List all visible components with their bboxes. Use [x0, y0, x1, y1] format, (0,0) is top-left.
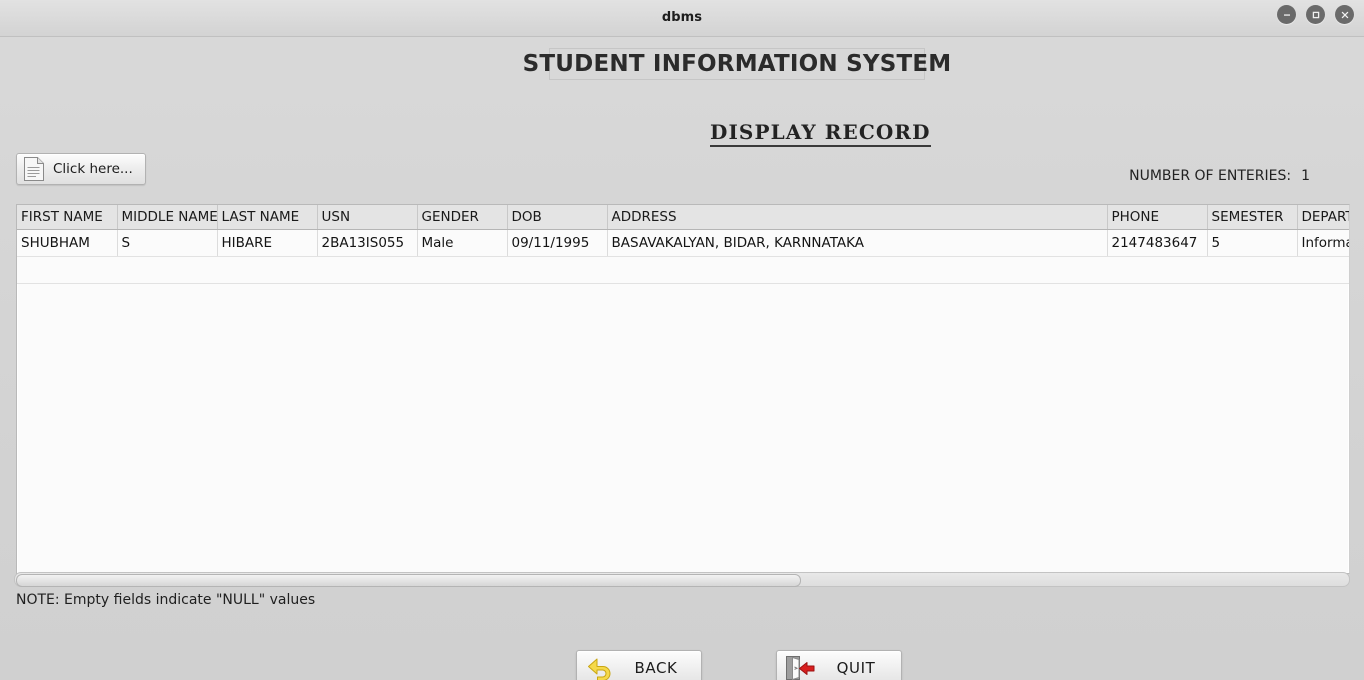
- table-row[interactable]: SHUBHAM S HIBARE 2BA13IS055 Male 09/11/1…: [17, 229, 1349, 257]
- section-title: DISPLAY RECORD: [710, 120, 931, 147]
- exit-door-icon: [785, 655, 815, 680]
- column-header-middle-name[interactable]: MIDDLE NAME: [117, 205, 218, 230]
- column-header-phone[interactable]: PHONE: [1107, 205, 1208, 230]
- cell-phone: 2147483647: [1107, 229, 1208, 257]
- page-title: STUDENT INFORMATION SYSTEM: [523, 48, 951, 80]
- back-arrow-icon: [585, 655, 615, 680]
- cell-last-name: HIBARE: [217, 229, 318, 257]
- close-icon[interactable]: [1335, 5, 1354, 24]
- table-empty-area: [17, 256, 1349, 284]
- table-header-row: FIRST NAME MIDDLE NAME LAST NAME USN GEN…: [17, 205, 1349, 230]
- column-header-usn[interactable]: USN: [317, 205, 418, 230]
- column-header-semester[interactable]: SEMESTER: [1207, 205, 1298, 230]
- entries-label: NUMBER OF ENTERIES:: [1129, 168, 1292, 184]
- horizontal-scrollbar[interactable]: [14, 572, 1350, 587]
- cell-dob: 09/11/1995: [507, 229, 608, 257]
- back-button-label: BACK: [634, 659, 678, 677]
- quit-button-label: QUIT: [836, 659, 876, 677]
- column-header-gender[interactable]: GENDER: [417, 205, 508, 230]
- quit-button[interactable]: QUIT: [776, 650, 902, 680]
- scrollbar-thumb[interactable]: [16, 574, 801, 587]
- click-here-label: Click here...: [53, 161, 133, 177]
- cell-semester: 5: [1207, 229, 1298, 257]
- cell-first-name: SHUBHAM: [17, 229, 118, 257]
- records-table: FIRST NAME MIDDLE NAME LAST NAME USN GEN…: [17, 205, 1349, 284]
- document-icon: [23, 156, 45, 182]
- cell-middle-name: S: [117, 229, 218, 257]
- cell-department: Information: [1297, 229, 1349, 257]
- note-text: NOTE: Empty fields indicate "NULL" value…: [16, 592, 316, 608]
- cell-address: BASAVAKALYAN, BIDAR, KARNNATAKA: [607, 229, 1108, 257]
- cell-gender: Male: [417, 229, 508, 257]
- title-bar: dbms: [0, 0, 1364, 37]
- records-table-container[interactable]: FIRST NAME MIDDLE NAME LAST NAME USN GEN…: [16, 204, 1350, 574]
- application-window: dbms STUDENT INFORMATION SYSTEM DISPLAY …: [0, 0, 1364, 680]
- entries-counter: NUMBER OF ENTERIES: 1: [1129, 168, 1310, 184]
- window-title: dbms: [661, 10, 703, 25]
- cell-usn: 2BA13IS055: [317, 229, 418, 257]
- maximize-icon[interactable]: [1306, 5, 1325, 24]
- column-header-last-name[interactable]: LAST NAME: [217, 205, 318, 230]
- entries-count: 1: [1301, 168, 1310, 184]
- column-header-department[interactable]: DEPARTMENT: [1297, 205, 1349, 230]
- window-controls: [1277, 5, 1354, 24]
- column-header-dob[interactable]: DOB: [507, 205, 608, 230]
- column-header-address[interactable]: ADDRESS: [607, 205, 1108, 230]
- back-button[interactable]: BACK: [576, 650, 702, 680]
- minimize-icon[interactable]: [1277, 5, 1296, 24]
- click-here-button[interactable]: Click here...: [16, 153, 146, 185]
- column-header-first-name[interactable]: FIRST NAME: [17, 205, 118, 230]
